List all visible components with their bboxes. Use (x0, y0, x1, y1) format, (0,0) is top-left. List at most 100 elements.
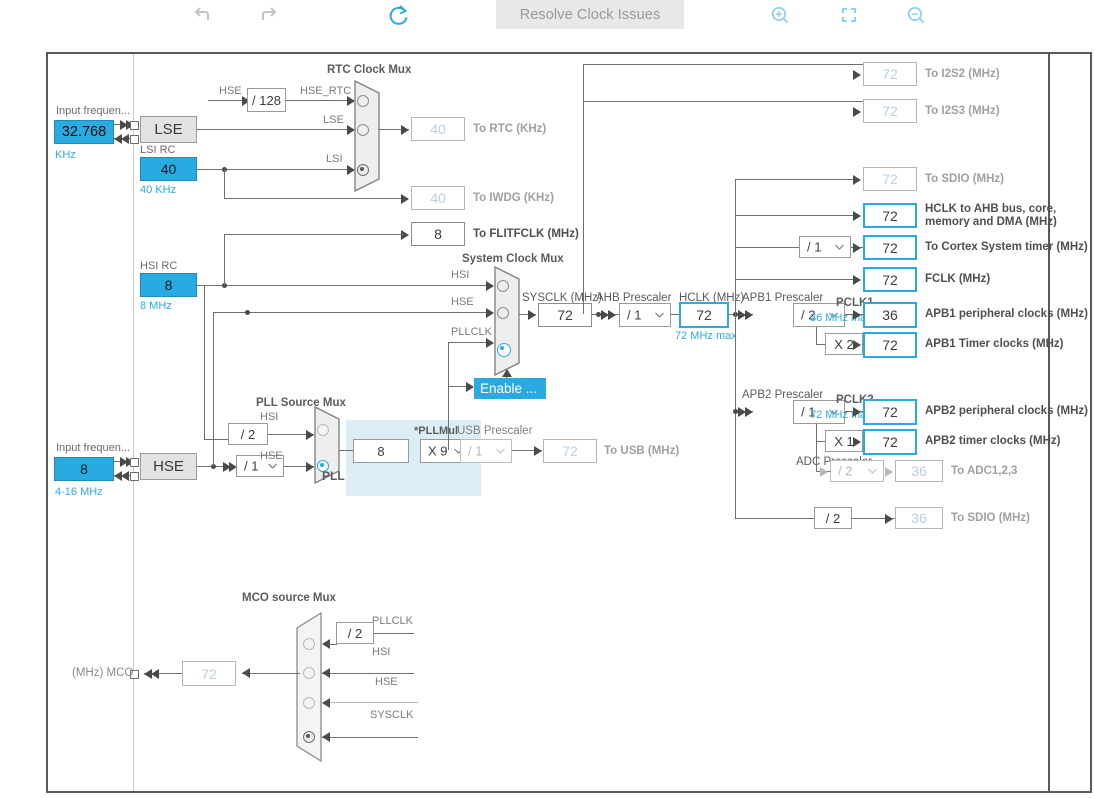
apb1-periph-arrow (853, 310, 861, 320)
sysmux-hse-arrow (486, 308, 494, 318)
hse-rtc-divider[interactable]: / 128 (247, 88, 286, 112)
lsi-iwdg-drop (224, 169, 226, 199)
ahb-fclk-wire (735, 279, 853, 281)
mco-pllclk-wire2 (328, 644, 337, 646)
hclk-bus-label: HCLK to AHB bus, core, memory and DMA (M… (925, 203, 1057, 227)
lse-out-arrow2 (121, 134, 129, 144)
lsi-unit: 40 KHz (140, 184, 177, 196)
sysmux-radio-hsi[interactable] (497, 280, 509, 292)
system-clock-mux-title: System Clock Mux (462, 253, 564, 265)
pll-input-value: 8 (353, 439, 409, 463)
redo-icon[interactable] (255, 2, 283, 30)
apb2-sdio-arrow (885, 514, 893, 524)
rtcmux-lsi-label: LSI (326, 153, 343, 165)
lsi-iwdg-wire (224, 198, 408, 200)
hse-button[interactable]: HSE (140, 453, 197, 480)
hsi-unit: 8 MHz (140, 300, 172, 312)
ahb-sdio-value: 72 (863, 167, 917, 191)
mco-source-mux[interactable] (296, 611, 328, 767)
mco-source-mux-title: MCO source Mux (242, 592, 336, 604)
to-flitfclk-value: 8 (411, 222, 465, 246)
mco-out-arrow (242, 668, 250, 678)
undo-icon[interactable] (188, 2, 216, 30)
sysmux-hsi-label: HSI (451, 269, 470, 281)
hse-sysmux-riser (213, 312, 215, 466)
pll-hsi-divider[interactable]: / 2 (228, 423, 268, 445)
adc-value: 36 (895, 460, 943, 482)
apb1-timer-label: APB1 Timer clocks (MHz) (925, 338, 1064, 350)
apb1-peripheral-label: APB1 peripheral clocks (MHz) (925, 308, 1088, 320)
fit-to-screen-icon[interactable] (835, 2, 863, 30)
cortex-timer-prescaler-select[interactable]: / 1 (799, 236, 851, 258)
adc-prescaler-select[interactable]: / 2 (830, 460, 884, 482)
sysclk-i2s-wire (583, 64, 863, 66)
lsi-value[interactable]: 40 (140, 157, 197, 181)
pllmux-radio-hsi[interactable] (317, 424, 329, 436)
mco-radio-hse[interactable] (303, 697, 315, 709)
sysmux-radio-pllclk[interactable] (497, 343, 511, 357)
to-iwdg-label: To IWDG (KHz) (473, 192, 554, 204)
lse-input-frequency-value[interactable]: 32.768 (54, 120, 114, 144)
apb1-timer-arrow (853, 340, 861, 350)
adc-arrow-in (820, 467, 828, 477)
toolbar: Resolve Clock Issues (0, 0, 1095, 33)
usb-prescaler-value: / 1 (468, 443, 483, 459)
hse-divider-value: / 1 (244, 458, 259, 474)
lse-pin-in (130, 121, 139, 130)
resolve-clock-issues-button[interactable]: Resolve Clock Issues (496, 0, 684, 29)
ahb-hclkbus-arrow (853, 211, 861, 221)
ahb-prescaler-select[interactable]: / 1 (619, 303, 671, 327)
zoom-in-icon[interactable] (766, 2, 794, 30)
hse-out-arrow2 (121, 471, 129, 481)
adc-arrow-out (885, 467, 893, 477)
sysmux-radio-hse[interactable] (497, 307, 509, 319)
lse-to-rtcmux-wire (197, 129, 354, 131)
lse-button[interactable]: LSE (140, 116, 197, 143)
to-i2s2-value: 72 (863, 62, 917, 86)
mco-radio-sysclk[interactable] (303, 731, 315, 743)
hse-sysmux-dot (245, 310, 250, 315)
hclk-max-note: 72 MHz max (675, 330, 737, 342)
hsi-pll-drop (204, 285, 206, 440)
ahb-sdio-wire (735, 179, 853, 181)
rtcmux-out-arrow (401, 125, 409, 135)
mco-radio-hsi[interactable] (303, 667, 315, 679)
to-usb-value: 72 (543, 439, 597, 463)
pllmux-to-pll-wire (339, 450, 353, 452)
mco-hsi-wire (322, 673, 414, 675)
refresh-icon[interactable] (386, 2, 414, 30)
pllclk-enable-drop (448, 342, 450, 387)
mco-out-label: (MHz) MCO (72, 667, 134, 679)
pllmux-hse-arrow (306, 462, 314, 472)
mco-radio-pllclk[interactable] (303, 638, 315, 650)
i2s3-arrow (853, 107, 861, 117)
usb-arrow (534, 446, 542, 456)
to-usb-label: To USB (MHz) (604, 445, 680, 457)
fclk-label: FCLK (MHz) (925, 273, 991, 285)
usb-prescaler-select[interactable]: / 1 (460, 439, 512, 463)
rtcmux-radio-lsi[interactable] (357, 164, 369, 176)
fclk-value: 72 (863, 267, 917, 292)
zoom-out-icon[interactable] (902, 2, 930, 30)
clock-configuration-canvas[interactable]: Input frequen... 32.768 KHz LSE LSI RC 4… (46, 52, 1092, 793)
apb2-peripheral-label: APB2 peripheral clocks (MHz) (925, 405, 1088, 417)
rtcmux-radio-lse[interactable] (357, 124, 369, 136)
mco-sysclk-arrow (322, 732, 330, 742)
rtcmux-radio-hse-rtc[interactable] (357, 95, 369, 107)
hse-input-frequency-value[interactable]: 8 (54, 457, 114, 481)
adc-drop (816, 441, 818, 472)
rtc-clock-mux-title: RTC Clock Mux (327, 64, 412, 76)
mco-pllclk-divider: / 2 (336, 622, 374, 644)
hse-sysmux-wire (213, 312, 493, 314)
to-flitfclk-label: To FLITFCLK (MHz) (473, 228, 579, 240)
cortex-timer-label: To Cortex System timer (MHz) (925, 241, 1088, 253)
i2s2-arrow (853, 70, 861, 80)
enable-button[interactable]: Enable ... (474, 378, 546, 399)
mco-value: 72 (182, 661, 236, 686)
apb2-timer-drop (816, 424, 818, 442)
apb2-sdio-wire-a (735, 518, 815, 520)
hsi-rail-wire (197, 285, 493, 287)
lsi-to-rtcmux-wire (197, 169, 354, 171)
to-i2s3-label: To I2S3 (MHz) (925, 105, 1000, 117)
hsi-value[interactable]: 8 (140, 273, 197, 297)
